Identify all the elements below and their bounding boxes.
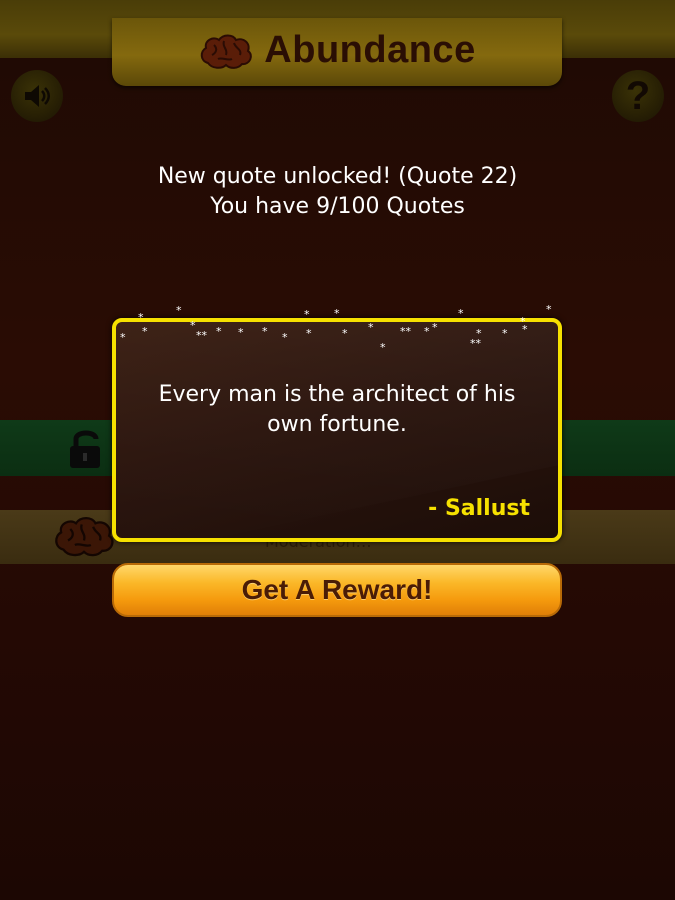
help-icon: ? xyxy=(625,73,651,118)
brain-icon xyxy=(201,34,253,69)
brain-icon xyxy=(55,517,114,557)
quote-popup[interactable]: Every man is the architect of his own fo… xyxy=(112,318,562,542)
quote-count: You have 9/100 Quotes xyxy=(210,194,465,219)
unlock-message: New quote unlocked! (Quote 22) xyxy=(157,164,518,189)
title-tab: Abundance xyxy=(112,18,562,86)
quote-author: - Sallust xyxy=(428,496,530,521)
get-reward-label: Get A Reward! xyxy=(241,574,433,605)
quote-text: Every man is the architect of his own fo… xyxy=(158,382,516,437)
speaker-icon xyxy=(25,85,50,107)
star-icon: * xyxy=(546,303,552,316)
help-button[interactable]: ? xyxy=(612,70,664,122)
get-reward-button[interactable]: Get A Reward! xyxy=(112,563,562,617)
app-title: Abundance xyxy=(264,28,476,71)
sound-toggle-button[interactable] xyxy=(11,70,63,122)
star-icon: * xyxy=(176,304,182,317)
lock-icon xyxy=(70,430,100,468)
